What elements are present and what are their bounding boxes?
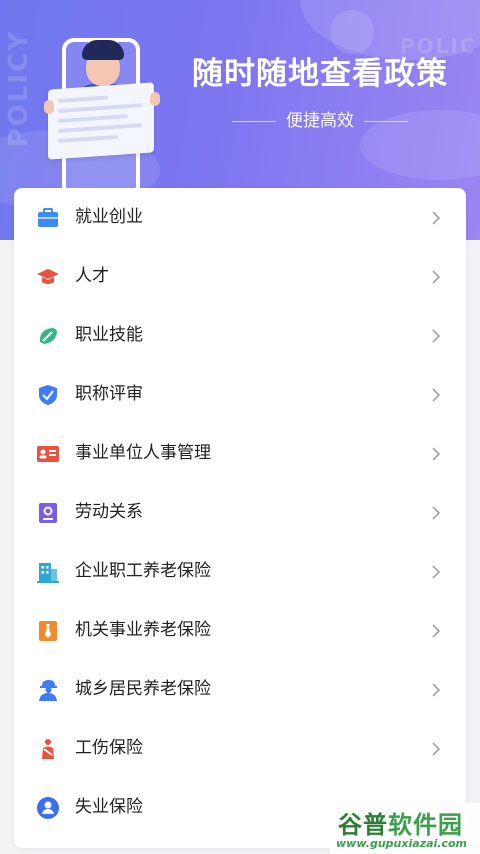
chevron-right-icon (432, 329, 441, 343)
menu-item-label: 失业保险 (75, 797, 143, 817)
building-icon (37, 563, 59, 583)
menu-item-residents-pension[interactable]: 城乡居民养老保险 (14, 660, 466, 719)
menu-item-label: 职业技能 (75, 325, 143, 345)
briefcase-icon (38, 208, 58, 227)
wrench-leaf-icon (39, 328, 57, 344)
chevron-right-icon (432, 270, 441, 284)
person-hair (82, 40, 124, 60)
menu-item-employment[interactable]: 就业创业 (14, 188, 466, 247)
menu-item-label: 职称评审 (75, 384, 143, 404)
menu-item-label: 企业职工养老保险 (75, 561, 211, 581)
menu-item-government-pension[interactable]: 机关事业养老保险 (14, 601, 466, 660)
graduation-cap-icon (37, 269, 59, 284)
site-watermark-name: 谷普软件园 (338, 811, 463, 839)
chevron-right-icon (432, 211, 441, 225)
id-card-icon (37, 446, 59, 462)
banner-watermark-left: POLICY (4, 30, 34, 148)
menu-item-labor-relations[interactable]: 劳动关系 (14, 483, 466, 542)
contract-book-icon (39, 503, 57, 523)
menu-item-label: 就业创业 (75, 207, 143, 227)
menu-item-enterprise-pension[interactable]: 企业职工养老保险 (14, 542, 466, 601)
divider (232, 120, 276, 122)
chevron-right-icon (432, 624, 441, 638)
menu-item-label: 机关事业养老保险 (75, 620, 211, 640)
banner-subtitle: 便捷高效 (286, 111, 354, 131)
site-watermark-logo: 谷普软件园 www.gupuxiazai.com (330, 803, 480, 854)
menu-item-talent[interactable]: 人才 (14, 247, 466, 306)
chevron-right-icon (432, 565, 441, 579)
menu-item-label: 劳动关系 (75, 502, 143, 522)
menu-item-label: 事业单位人事管理 (75, 443, 211, 463)
chevron-right-icon (432, 683, 441, 697)
menu-item-label: 工伤保险 (75, 738, 143, 758)
person-circle-icon (37, 797, 59, 819)
chevron-right-icon (432, 506, 441, 520)
chevron-right-icon (432, 388, 441, 402)
tie-document-icon (39, 621, 57, 641)
hand-illustration (150, 92, 160, 106)
divider (364, 120, 408, 122)
menu-item-title-evaluation[interactable]: 职称评审 (14, 365, 466, 424)
menu-item-vocational-skills[interactable]: 职业技能 (14, 306, 466, 365)
newspaper-illustration (48, 82, 154, 160)
policy-menu-card: 就业创业 人才 职业技能 职称评审 事业单位人事管理 劳动关系 企业职工养老保险… (14, 188, 466, 848)
worker-icon (39, 680, 57, 701)
banner-title: 随时随地查看政策 (192, 56, 448, 92)
chevron-right-icon (432, 742, 441, 756)
site-watermark-url: www.gupuxiazai.com (336, 837, 467, 850)
banner-subtitle-row: 便捷高效 (220, 106, 420, 131)
injured-person-icon (42, 739, 54, 759)
chevron-right-icon (432, 447, 441, 461)
shield-check-icon (39, 385, 57, 405)
menu-item-institution-personnel[interactable]: 事业单位人事管理 (14, 424, 466, 483)
menu-item-label: 城乡居民养老保险 (75, 679, 211, 699)
hand-illustration (44, 100, 54, 114)
menu-item-label: 人才 (75, 266, 109, 286)
menu-item-work-injury-insurance[interactable]: 工伤保险 (14, 719, 466, 778)
